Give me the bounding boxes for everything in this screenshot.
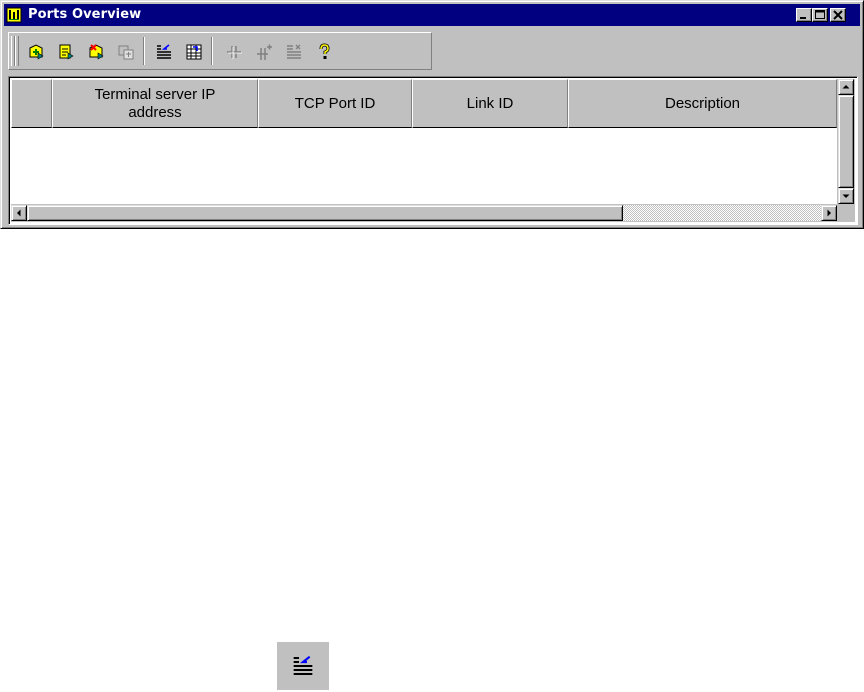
- minimize-icon: [800, 17, 806, 19]
- delete-record-icon: [89, 44, 104, 60]
- column-header-label: Link ID: [466, 94, 514, 112]
- scroll-down-button[interactable]: [838, 188, 854, 204]
- import-list-button-large[interactable]: [277, 642, 329, 690]
- column-header-terminal-server-ip[interactable]: Terminal server IP address: [52, 79, 258, 128]
- ports-overview-window: Ports Overview Terminal server IP addres…: [0, 0, 864, 229]
- import-list-button[interactable]: [151, 39, 175, 63]
- list-properties-button[interactable]: [281, 39, 305, 63]
- scroll-right-button[interactable]: [821, 205, 837, 221]
- copy-record-icon: [118, 45, 134, 60]
- close-icon: [833, 10, 843, 20]
- vertical-scrollbar[interactable]: [837, 79, 855, 204]
- column-header-label: TCP Port ID: [294, 94, 376, 112]
- window-title: Ports Overview: [28, 7, 142, 22]
- column-header-label: Description: [664, 94, 741, 112]
- scroll-left-button[interactable]: [11, 205, 27, 221]
- vertical-scroll-thumb[interactable]: [838, 95, 854, 188]
- help-button[interactable]: [311, 39, 335, 63]
- column-header-description[interactable]: Description: [568, 79, 837, 128]
- title-bar[interactable]: Ports Overview: [4, 4, 860, 26]
- toolbar-separator: [211, 37, 213, 65]
- arrow-up-icon: [842, 85, 850, 89]
- arrow-left-icon: [17, 209, 21, 217]
- scroll-up-button[interactable]: [838, 79, 854, 95]
- add-port-icon: [257, 44, 272, 60]
- import-list-icon: [157, 44, 171, 59]
- list-properties-icon: [287, 44, 301, 59]
- arrow-right-icon: [827, 209, 831, 217]
- connect-port-icon: [227, 46, 242, 59]
- edit-record-icon: [59, 44, 74, 60]
- column-header-label: Terminal server IP address: [94, 85, 216, 121]
- close-button[interactable]: [830, 8, 846, 22]
- export-list-icon: [186, 44, 202, 60]
- maximize-button[interactable]: [812, 8, 828, 22]
- column-header-link-id[interactable]: Link ID: [412, 79, 568, 128]
- app-icon: [6, 7, 22, 23]
- horizontal-scrollbar[interactable]: [11, 204, 837, 222]
- new-record-button[interactable]: [23, 39, 47, 63]
- import-list-icon: [293, 655, 313, 675]
- horizontal-scroll-track[interactable]: [623, 205, 821, 221]
- column-header-tcp-port-id[interactable]: TCP Port ID: [258, 79, 412, 128]
- toolbar-band: [8, 32, 432, 70]
- arrow-down-icon: [842, 194, 850, 198]
- horizontal-scroll-thumb[interactable]: [27, 205, 623, 221]
- toolbar: [4, 28, 860, 72]
- help-icon: [319, 43, 330, 59]
- toolbar-separator: [143, 37, 145, 65]
- ports-grid[interactable]: Terminal server IP address TCP Port ID L…: [8, 76, 858, 225]
- scrollbar-corner: [837, 204, 855, 222]
- copy-record-button[interactable]: [113, 39, 137, 63]
- toolbar-grip[interactable]: [15, 36, 19, 66]
- minimize-button[interactable]: [796, 8, 812, 22]
- export-list-button[interactable]: [181, 39, 205, 63]
- row-selector-header[interactable]: [11, 79, 52, 128]
- add-port-button[interactable]: [251, 39, 275, 63]
- new-record-icon: [29, 44, 44, 60]
- edit-record-button[interactable]: [53, 39, 77, 63]
- connect-port-button[interactable]: [221, 39, 245, 63]
- delete-record-button[interactable]: [83, 39, 107, 63]
- maximize-icon: [815, 10, 825, 19]
